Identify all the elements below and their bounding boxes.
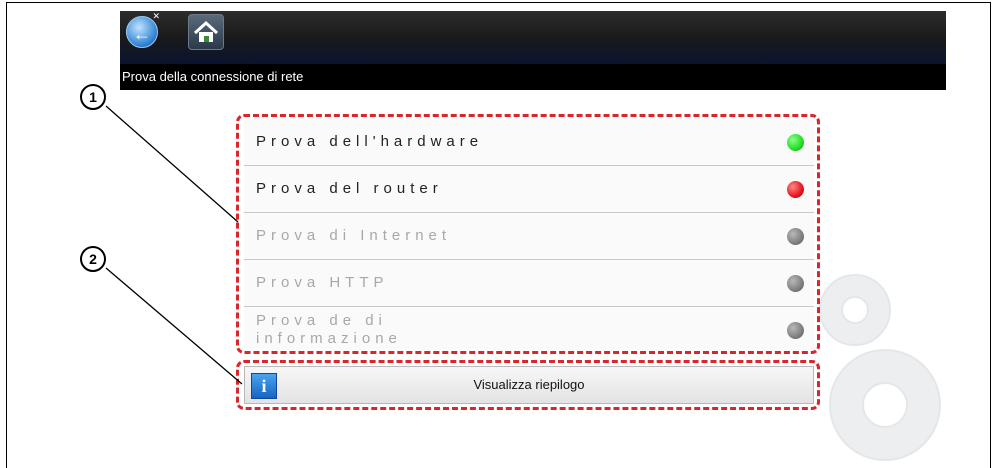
callout-1: 1	[80, 84, 106, 110]
callout-2: 2	[80, 246, 106, 272]
callout-leader-lines	[105, 105, 243, 385]
